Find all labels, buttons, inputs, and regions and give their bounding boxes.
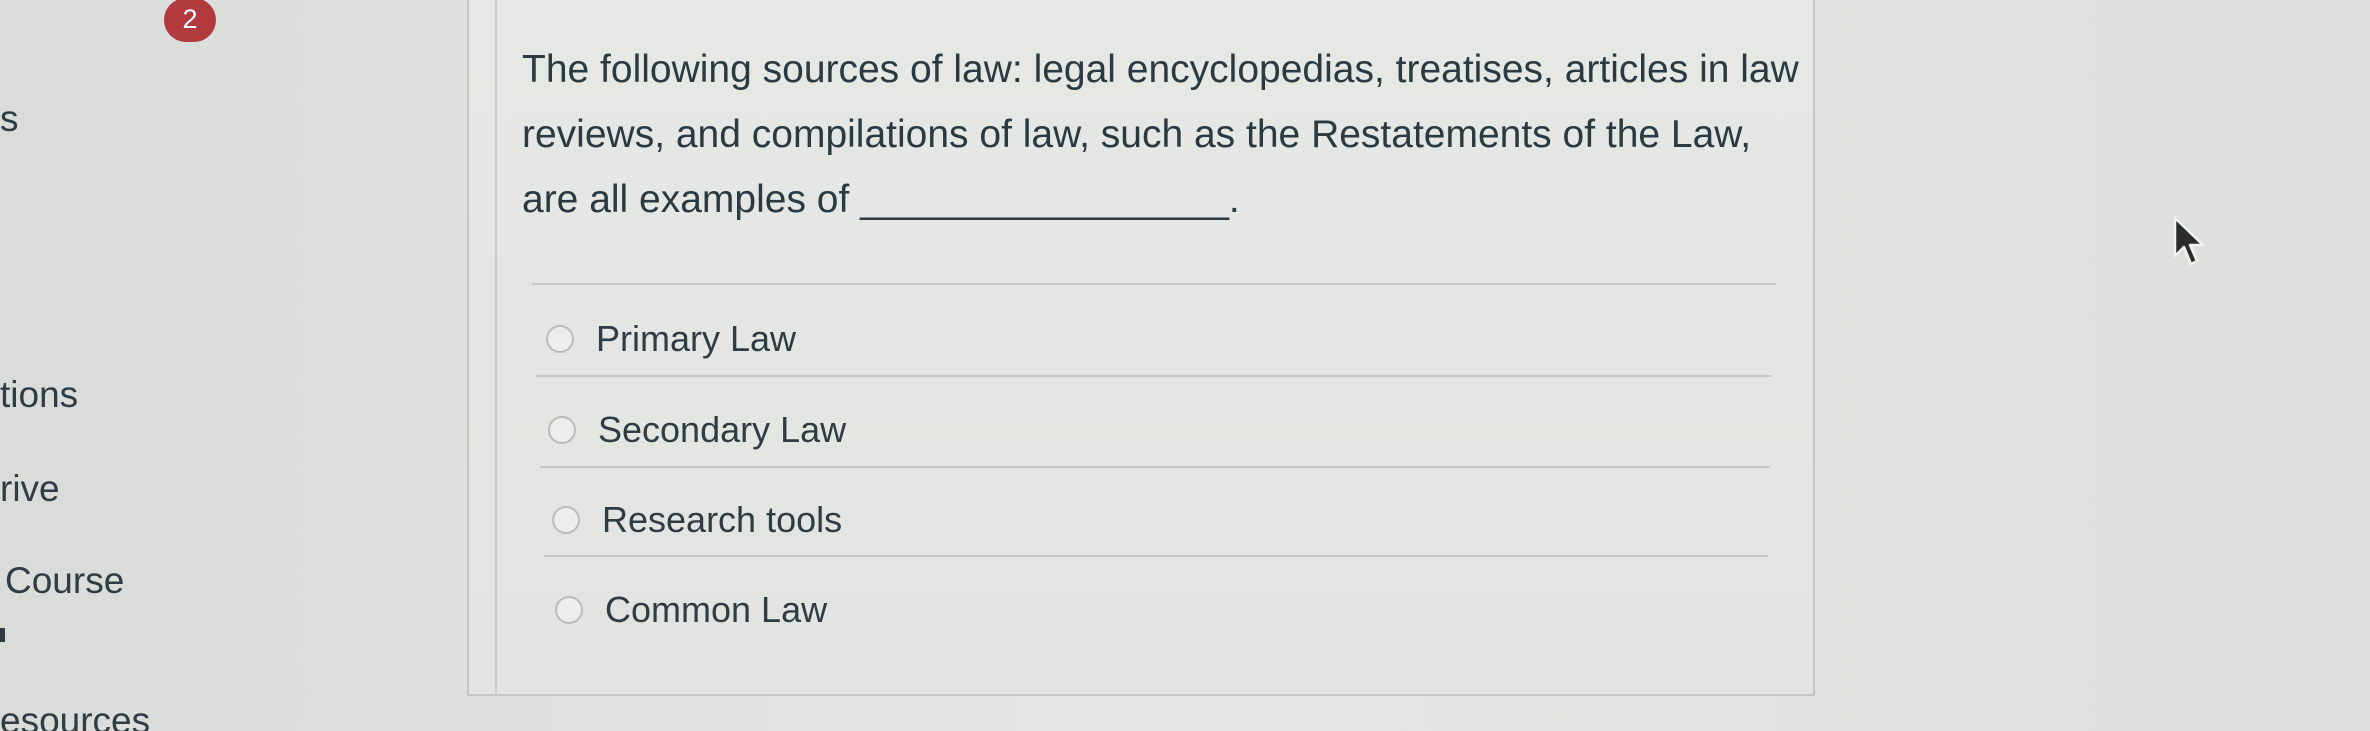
answer-divider	[536, 375, 1772, 377]
mouse-pointer-icon	[2173, 216, 2205, 266]
nav-item-partial-2[interactable]: tions	[0, 374, 78, 416]
nav-item-partial-marker	[0, 628, 5, 642]
radio-button-icon[interactable]	[555, 596, 583, 624]
answer-option-common-law[interactable]: Common Law	[555, 589, 827, 631]
nav-item-resources[interactable]: esources	[0, 700, 150, 731]
question-divider	[532, 283, 1776, 285]
answer-option-primary-law[interactable]: Primary Law	[546, 318, 796, 360]
radio-button-icon[interactable]	[546, 325, 574, 353]
answer-label: Common Law	[605, 589, 828, 630]
radio-button-icon[interactable]	[552, 506, 580, 534]
notification-badge: 2	[164, 0, 216, 42]
answer-label: Secondary Law	[598, 409, 847, 450]
answer-divider	[540, 466, 1770, 468]
nav-item-partial-3[interactable]: rive	[0, 468, 60, 510]
radio-button-icon[interactable]	[548, 416, 576, 444]
answer-divider	[544, 555, 1768, 557]
answer-option-secondary-law[interactable]: Secondary Law	[548, 409, 846, 451]
nav-item-course[interactable]: Course	[5, 560, 124, 602]
answer-option-research-tools[interactable]: Research tools	[552, 499, 842, 541]
answer-label: Research tools	[602, 499, 843, 540]
answer-label: Primary Law	[596, 318, 797, 359]
question-text: The following sources of law: legal ency…	[522, 48, 1799, 221]
nav-item-partial-1[interactable]: s	[0, 98, 19, 140]
